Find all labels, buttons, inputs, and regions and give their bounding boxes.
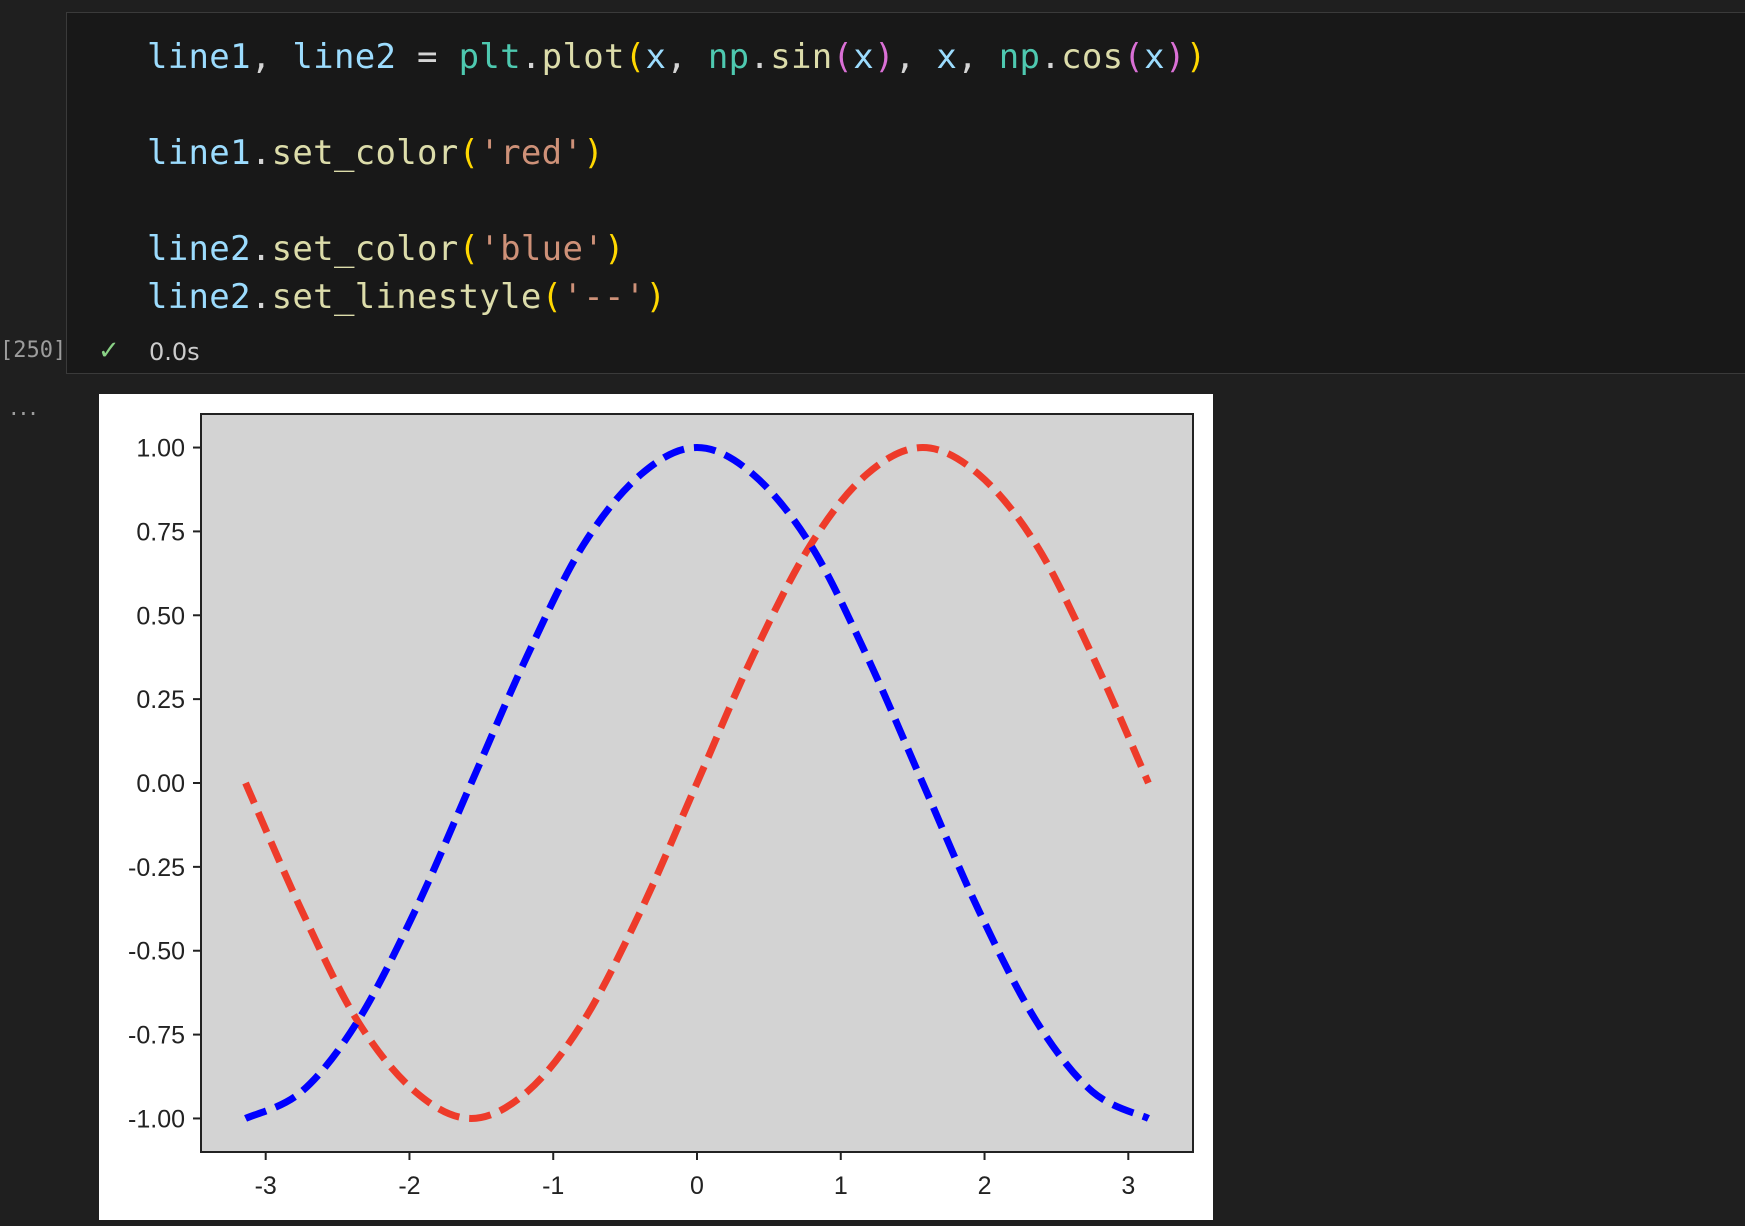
code-token: ) [645, 277, 667, 317]
code-cell[interactable]: line1, line2 = plt.plot(x, np.sin(x), x,… [66, 12, 1745, 374]
code-token: '--' [562, 277, 646, 317]
code-token: line1 [147, 37, 251, 77]
code-token: ( [541, 277, 563, 317]
y-tick-label: 0.50 [136, 602, 185, 630]
code-token: x [1144, 37, 1165, 77]
code-line[interactable]: line1, line2 = plt.plot(x, np.sin(x), x,… [147, 37, 1207, 77]
code-token: line1 [147, 133, 251, 173]
code-line[interactable]: line2.set_color('blue') [147, 229, 625, 269]
y-tick-label: 0.00 [136, 770, 185, 798]
y-tick-label: -1.00 [128, 1105, 185, 1133]
y-tick-label: 0.25 [136, 686, 185, 714]
x-tick-label: 2 [978, 1172, 992, 1200]
code-token: plot [541, 37, 625, 77]
code-line[interactable]: line1.set_color('red') [147, 133, 604, 173]
x-tick-label: 0 [690, 1172, 704, 1200]
code-token: set_linestyle [271, 277, 542, 317]
y-tick-label: 1.00 [136, 435, 185, 463]
code-token: set_color [271, 133, 459, 173]
code-token: ) [1185, 37, 1207, 77]
code-token: ( [624, 37, 646, 77]
execution-duration: 0.0s [149, 338, 200, 366]
code-token: line2 [292, 37, 397, 77]
code-token: plt [458, 37, 521, 77]
code-token: sin [770, 37, 833, 77]
code-token: , [666, 37, 708, 77]
code-token: x [936, 37, 958, 77]
x-tick-label: -3 [255, 1172, 277, 1200]
code-token: np [707, 37, 750, 77]
code-token: . [749, 37, 771, 77]
x-tick-label: 3 [1121, 1172, 1135, 1200]
execution-count: [250] [0, 338, 67, 363]
y-tick-label: -0.75 [128, 1022, 185, 1050]
code-token: ( [1123, 37, 1145, 77]
code-token: , [250, 37, 293, 77]
y-tick-label: 0.75 [136, 518, 185, 546]
code-token: ( [458, 229, 480, 269]
code-token: line2 [147, 229, 251, 269]
code-token: line2 [147, 277, 251, 317]
code-token: = [396, 37, 459, 77]
line-chart: 1.00 0.75 0.50 0.25 0.00 -0.25 -0.50 -0.75 -1.00… [128, 413, 1194, 1200]
code-token: set_color [271, 229, 459, 269]
code-token: 'red' [479, 133, 584, 173]
code-token: cos [1061, 37, 1124, 77]
code-token: . [250, 133, 272, 173]
code-line[interactable]: line2.set_linestyle('--') [147, 277, 666, 317]
code-token: x [853, 37, 875, 77]
y-tick-label: -0.25 [128, 854, 185, 882]
code-token: . [250, 277, 272, 317]
code-token: . [250, 229, 272, 269]
cell-output: 1.00 0.75 0.50 0.25 0.00 -0.25 -0.50 -0.75 -1.00… [99, 394, 1213, 1220]
code-token: ) [603, 229, 625, 269]
code-token: . [1040, 37, 1062, 77]
code-token: ) [874, 37, 895, 77]
code-token: 'blue' [479, 229, 604, 269]
x-tick-label: -2 [398, 1172, 420, 1200]
x-tick-label: -1 [542, 1172, 564, 1200]
code-token: ( [458, 133, 480, 173]
code-token: ) [1164, 37, 1186, 77]
y-tick-label: -0.50 [128, 938, 185, 966]
check-icon: ✓ [98, 336, 120, 366]
output-more-actions-button[interactable]: ... [10, 393, 39, 421]
code-token: , [957, 37, 999, 77]
code-token: , [894, 37, 937, 77]
x-tick-label: 1 [834, 1172, 848, 1200]
code-token: x [645, 37, 667, 77]
code-token: ( [832, 37, 854, 77]
code-token: ) [583, 133, 604, 173]
code-token: np [998, 37, 1041, 77]
code-token: . [520, 37, 542, 77]
